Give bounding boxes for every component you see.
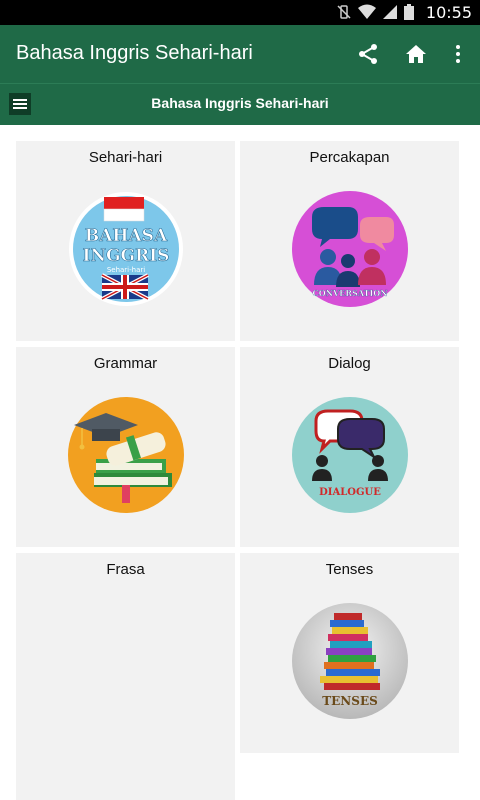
conversation-icon: CONVERSATION bbox=[291, 191, 408, 307]
category-grid: Sehari-hari BAHASA INGGRIS Sehari-hari P… bbox=[0, 125, 480, 800]
stacked-books-icon: TENSES bbox=[291, 603, 408, 719]
icon-text-conversation: CONVERSATION bbox=[312, 288, 387, 298]
icon-text-dialogue: DIALOGUE bbox=[319, 487, 381, 498]
share-button[interactable] bbox=[353, 39, 383, 69]
wifi-icon bbox=[358, 4, 376, 19]
card-percakapan[interactable]: Percakapan CONVERSATION bbox=[240, 141, 459, 341]
card-label: Sehari-hari bbox=[88, 149, 163, 166]
share-icon bbox=[359, 44, 377, 64]
icon-text-tenses: TENSES bbox=[322, 694, 378, 708]
card-label: Grammar bbox=[93, 355, 158, 372]
graduation-books-icon bbox=[67, 397, 184, 513]
card-label: Percakapan bbox=[309, 149, 390, 166]
app-title: Bahasa Inggris Sehari-hari bbox=[16, 42, 253, 64]
status-icons bbox=[336, 4, 414, 20]
status-bar: 10:55 bbox=[0, 0, 480, 25]
dialogue-icon: DIALOGUE bbox=[291, 397, 408, 513]
bahasa-inggris-flag-icon: BAHASA INGGRIS Sehari-hari bbox=[68, 192, 183, 306]
battery-icon bbox=[404, 4, 414, 20]
signal-icon bbox=[383, 5, 397, 19]
card-label: Frasa bbox=[106, 561, 145, 578]
more-vert-icon bbox=[456, 45, 460, 63]
card-label: Dialog bbox=[328, 355, 371, 372]
sub-header-bar: Bahasa Inggris Sehari-hari bbox=[0, 83, 480, 126]
card-label: Tenses bbox=[325, 561, 374, 578]
app-bar: Bahasa Inggris Sehari-hari bbox=[0, 25, 480, 83]
clock: 10:55 bbox=[425, 3, 472, 22]
home-button[interactable] bbox=[401, 39, 431, 69]
card-dialog[interactable]: Dialog DIALOGUE bbox=[240, 347, 459, 547]
home-icon bbox=[406, 45, 426, 63]
icon-text-inggris: INGGRIS bbox=[82, 246, 169, 266]
card-tenses[interactable]: Tenses TENSES bbox=[240, 553, 459, 753]
sub-header-title: Bahasa Inggris Sehari-hari bbox=[151, 95, 329, 111]
card-sehari-hari[interactable]: Sehari-hari BAHASA INGGRIS Sehari-hari bbox=[16, 141, 235, 341]
card-frasa[interactable]: Frasa bbox=[16, 553, 235, 800]
vibrate-off-icon bbox=[337, 5, 351, 19]
overflow-menu-button[interactable] bbox=[443, 39, 473, 69]
icon-text-bahasa: BAHASA bbox=[84, 226, 167, 246]
card-grammar[interactable]: Grammar bbox=[16, 347, 235, 547]
icon-text-sehari: Sehari-hari bbox=[106, 266, 144, 274]
